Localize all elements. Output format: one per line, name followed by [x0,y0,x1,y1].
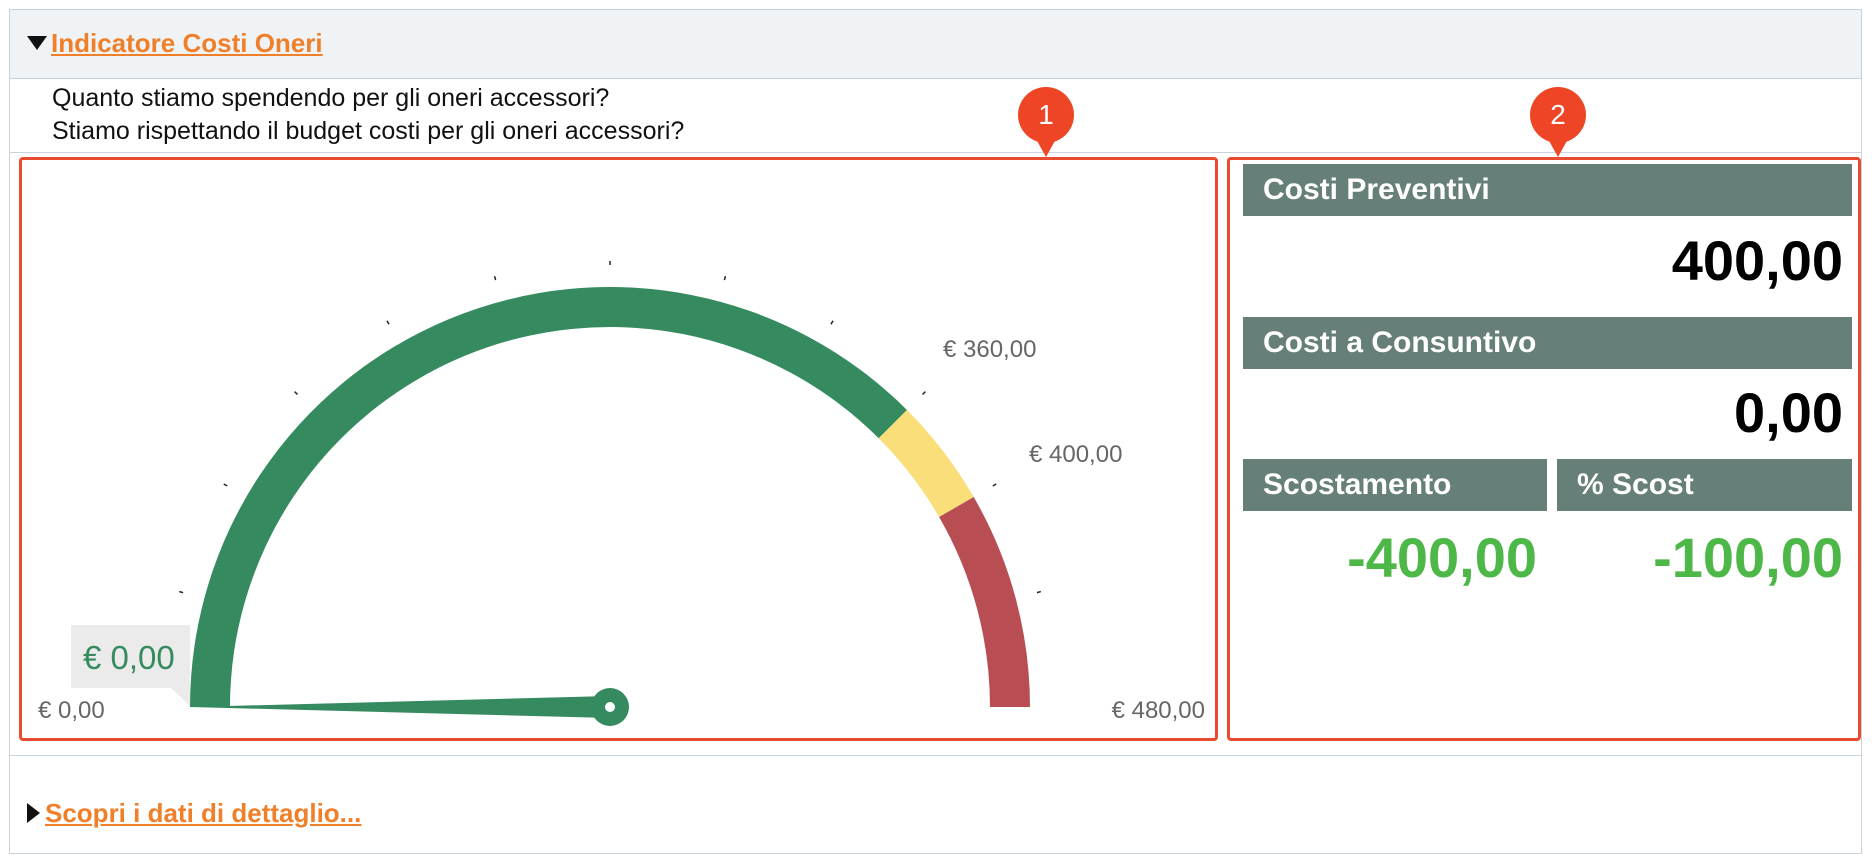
callout-marker-1: 1 [1018,87,1074,157]
costi-consuntivo-header: Costi a Consuntivo [1243,317,1852,369]
callout-marker-2: 2 [1530,87,1586,157]
costi-consuntivo-value: 0,00 [1734,381,1843,444]
perc-scost-header: % Scost [1557,459,1852,511]
scostamento-value: -400,00 [1347,526,1537,589]
perc-scost-value: -100,00 [1653,526,1843,589]
scostamento-header: Scostamento [1243,459,1547,511]
costi-preventivi-header: Costi Preventivi [1243,164,1852,216]
highlight-gauge-area [19,157,1218,741]
costi-preventivi-value: 400,00 [1671,229,1843,292]
